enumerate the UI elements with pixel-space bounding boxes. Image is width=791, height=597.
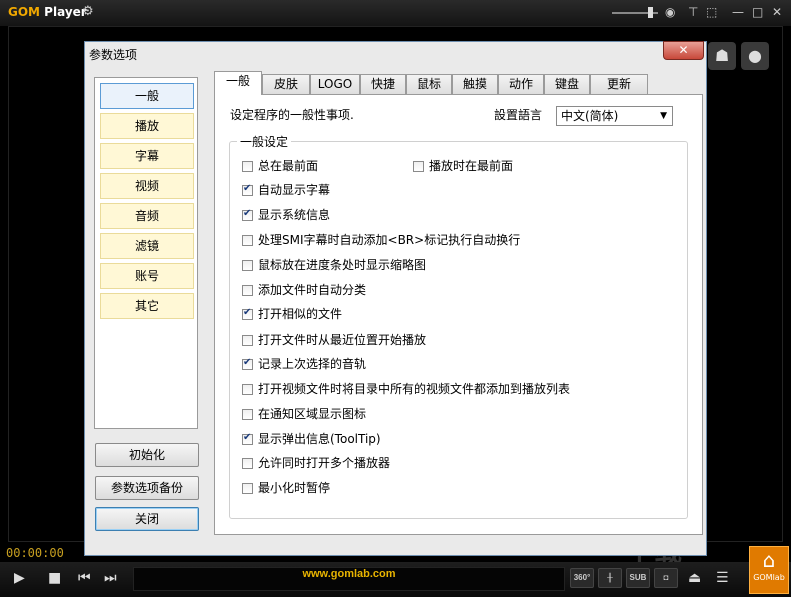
mini-mode-icon[interactable]: ⬚: [706, 5, 717, 19]
360-button[interactable]: 360°: [570, 568, 594, 588]
category-subtitle[interactable]: 字幕: [100, 143, 194, 169]
language-value: 中文(简体): [561, 109, 619, 123]
option-show-system-info[interactable]: 显示系统信息: [242, 206, 330, 222]
close-icon[interactable]: ✕: [772, 5, 782, 19]
option-seekbar-thumbnail[interactable]: 鼠标放在进度条处时显示缩略图: [242, 256, 426, 272]
apple-icon[interactable]: ●: [741, 42, 769, 70]
category-audio[interactable]: 音频: [100, 203, 194, 229]
option-show-tooltip[interactable]: 显示弹出信息(ToolTip): [242, 430, 381, 446]
tab-shortcut[interactable]: 快捷: [360, 74, 406, 94]
checkbox[interactable]: [242, 357, 253, 370]
tab-keyboard[interactable]: 键盘: [544, 74, 590, 94]
checkbox[interactable]: [242, 235, 253, 246]
category-list: 一般 播放 字幕 视频 音频 滤镜 账号 其它: [94, 77, 198, 429]
option-pause-on-minimize[interactable]: 最小化时暂停: [242, 479, 330, 495]
gomlab-label: GOMlab: [753, 573, 785, 582]
maximize-icon[interactable]: □: [752, 5, 763, 19]
category-filter[interactable]: 滤镜: [100, 233, 194, 259]
backup-settings-button[interactable]: 参数选项备份: [95, 476, 199, 500]
option-multiple-instances[interactable]: 允许同时打开多个播放器: [242, 454, 390, 470]
general-tab-panel: 设定程序的一般性事项. 設置語言 中文(简体) ▼ 一般设定 总在最前面 播放时…: [214, 94, 703, 535]
group-label: 一般设定: [237, 133, 292, 150]
panel-description: 设定程序的一般性事项.: [230, 108, 354, 122]
checkbox[interactable]: [242, 285, 253, 296]
dropdown-arrow-icon: ▼: [660, 111, 667, 121]
eject-icon[interactable]: ⏏: [688, 570, 701, 586]
checkbox[interactable]: [242, 260, 253, 271]
subtitle-button[interactable]: SUB: [626, 568, 650, 588]
category-account[interactable]: 账号: [100, 263, 194, 289]
checkbox[interactable]: [242, 307, 253, 320]
preferences-dialog: 参数选项 ✕ 一般 播放 字幕 视频 音频 滤镜 账号 其它 初始化 参数选项备…: [84, 41, 707, 556]
close-button[interactable]: 关闭: [95, 507, 199, 531]
option-add-folder-videos[interactable]: 打开视频文件时将目录中所有的视频文件都添加到播放列表: [242, 380, 570, 396]
category-playback[interactable]: 播放: [100, 113, 194, 139]
pin-icon[interactable]: ⊤: [688, 5, 698, 19]
option-on-top-while-playing[interactable]: 播放时在最前面: [413, 157, 513, 173]
checkbox[interactable]: [242, 483, 253, 494]
checkbox[interactable]: [242, 161, 253, 172]
checkbox[interactable]: [413, 161, 424, 172]
play-icon[interactable]: ▶: [14, 570, 25, 586]
gomlab-button[interactable]: ⌂ GOMlab: [749, 546, 789, 594]
minimize-icon[interactable]: —: [732, 5, 744, 19]
previous-icon[interactable]: ⏮: [78, 570, 91, 586]
checkbox[interactable]: [242, 183, 253, 196]
tab-mouse[interactable]: 鼠标: [406, 74, 452, 94]
option-remember-audio-track[interactable]: 记录上次选择的音轨: [242, 355, 366, 371]
tab-logo[interactable]: LOGO: [310, 74, 360, 94]
settings-gear-icon[interactable]: ⚙: [82, 4, 94, 19]
option-resume-playback[interactable]: 打开文件时从最近位置开始播放: [242, 331, 426, 347]
checkbox[interactable]: [242, 335, 253, 346]
option-smi-auto-linebreak[interactable]: 处理SMI字幕时自动添加<BR>标记执行自动换行: [242, 231, 520, 247]
tab-update[interactable]: 更新: [590, 74, 648, 94]
android-icon[interactable]: ☗: [708, 42, 736, 70]
app-logo: GOM Player: [8, 5, 87, 19]
checkbox[interactable]: [242, 458, 253, 469]
stop-icon[interactable]: ■: [48, 570, 61, 586]
option-always-on-top[interactable]: 总在最前面: [242, 157, 318, 173]
tab-skin[interactable]: 皮肤: [262, 74, 310, 94]
checkbox[interactable]: [242, 208, 253, 221]
tab-touch[interactable]: 触摸: [452, 74, 498, 94]
category-other[interactable]: 其它: [100, 293, 194, 319]
time-display: 00:00:00: [6, 546, 64, 560]
checkbox[interactable]: [242, 432, 253, 445]
option-open-similar-files[interactable]: 打开相似的文件: [242, 305, 342, 321]
category-video[interactable]: 视频: [100, 173, 194, 199]
dialog-close-icon[interactable]: ✕: [663, 41, 704, 60]
reset-button[interactable]: 初始化: [95, 443, 199, 467]
speaker-icon[interactable]: ◉: [665, 5, 675, 19]
option-auto-show-subtitles[interactable]: 自动显示字幕: [242, 181, 330, 197]
option-auto-sort-files[interactable]: 添加文件时自动分类: [242, 281, 366, 297]
equalizer-icon[interactable]: ╫: [598, 568, 622, 588]
camera-icon[interactable]: ◘: [654, 568, 678, 588]
volume-handle[interactable]: [648, 7, 653, 18]
menu-icon[interactable]: ☰: [716, 570, 729, 586]
language-label: 設置語言: [494, 108, 543, 122]
category-general[interactable]: 一般: [100, 83, 194, 109]
checkbox[interactable]: [242, 409, 253, 420]
gomlab-url[interactable]: www.gomlab.com: [133, 567, 565, 591]
option-tray-icon[interactable]: 在通知区域显示图标: [242, 405, 366, 421]
dialog-title: 参数选项: [89, 48, 138, 62]
home-icon: ⌂: [762, 548, 776, 572]
next-icon[interactable]: ⏭: [104, 570, 117, 586]
tab-action[interactable]: 动作: [498, 74, 544, 94]
language-select[interactable]: 中文(简体) ▼: [556, 106, 673, 126]
tab-general[interactable]: 一般: [214, 71, 262, 95]
checkbox[interactable]: [242, 384, 253, 395]
